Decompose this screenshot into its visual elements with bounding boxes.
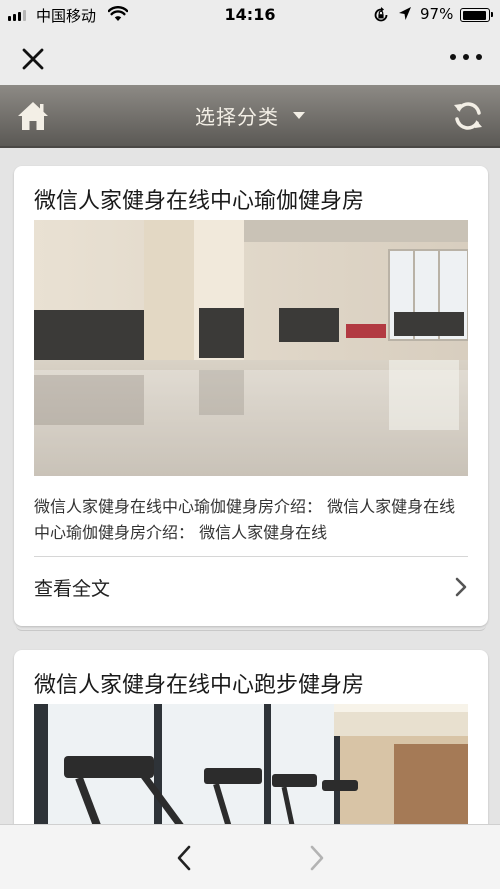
webview-nav-bar [0,30,500,85]
category-select-label[interactable]: 选择分类 [195,101,279,130]
more-icon[interactable] [450,47,482,67]
article-excerpt: 微信人家健身在线中心瑜伽健身房介绍： 微信人家健身在线中心瑜伽健身房介绍： 微信… [34,497,456,542]
read-more-label: 查看全文 [34,577,111,600]
article-feed: 微信人家健身在线中心瑜伽健身房 微信人家健身在线中心瑜伽健身房介绍： 微信人家健… [0,148,500,824]
article-image-treadmill-room[interactable] [34,704,468,824]
read-more-link[interactable]: 查看全文 [34,557,468,617]
article-card[interactable]: 微信人家健身在线中心瑜伽健身房 微信人家健身在线中心瑜伽健身房介绍： 微信人家健… [14,166,488,631]
status-bar: 中国移动 14:16 97% [0,0,500,30]
article-card[interactable]: 微信人家健身在线中心跑步健身房 [14,650,488,824]
back-icon[interactable] [172,843,196,873]
battery-percent: 97% [420,5,454,23]
forward-icon[interactable] [305,843,329,873]
home-icon[interactable] [16,99,50,133]
webview-bottom-bar [0,824,500,889]
battery-icon [460,8,493,22]
article-title[interactable]: 微信人家健身在线中心瑜伽健身房 [34,166,468,218]
chevron-right-icon [455,577,467,597]
category-select: 选择分类 [0,85,500,146]
site-header: 选择分类 [0,85,500,148]
refresh-icon[interactable] [450,98,486,134]
close-icon[interactable] [19,45,47,73]
chevron-down-icon[interactable] [293,112,305,119]
orientation-lock-icon [374,7,388,22]
article-title[interactable]: 微信人家健身在线中心跑步健身房 [34,650,468,702]
article-image-yoga-room[interactable] [34,220,468,476]
location-icon [399,7,411,20]
